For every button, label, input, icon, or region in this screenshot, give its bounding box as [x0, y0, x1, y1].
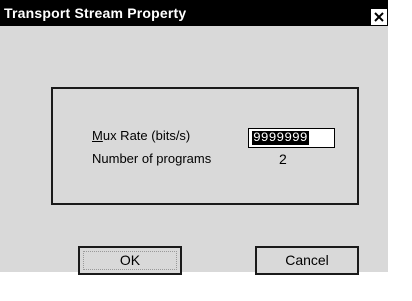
title-bar[interactable]: Transport Stream Property [0, 0, 388, 26]
dialog-window: Transport Stream Property Mux Rate (bits… [0, 0, 388, 275]
mux-rate-mnemonic: M [92, 128, 103, 143]
mux-rate-input[interactable]: 9999999 [248, 128, 335, 148]
cancel-button[interactable]: Cancel [255, 246, 359, 275]
mux-rate-label: Mux Rate (bits/s) [92, 128, 190, 143]
ok-button-label: OK [83, 251, 177, 270]
close-button[interactable] [370, 8, 388, 26]
programs-label: Number of programs [92, 151, 212, 166]
ok-button[interactable]: OK [78, 246, 182, 275]
mux-rate-label-text: ux Rate (bits/s) [102, 128, 191, 143]
programs-value: 2 [279, 151, 287, 167]
window-title: Transport Stream Property [4, 5, 187, 21]
close-icon [374, 12, 384, 22]
mux-rate-value: 9999999 [252, 130, 309, 145]
